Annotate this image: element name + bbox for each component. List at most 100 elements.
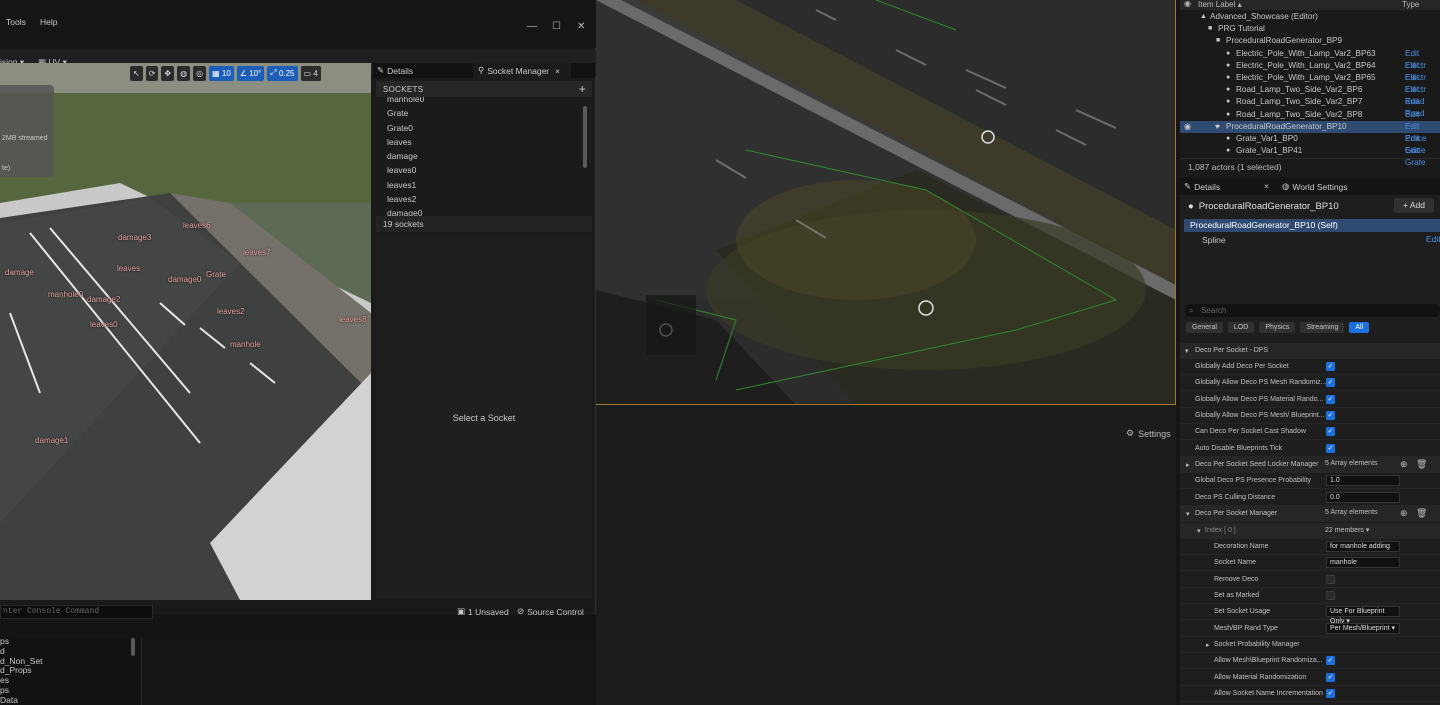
outliner-row[interactable]: ● Electric_Pole_With_Lamp_Var2_BP65 Edit E… [1180, 72, 1440, 94]
trash-icon[interactable]: 🗑 [1416, 459, 1427, 470]
column-type[interactable]: Type [1402, 0, 1419, 9]
close-icon[interactable]: ✕ [577, 21, 585, 32]
property-input[interactable]: for manhole adding [1326, 540, 1400, 552]
filter-physics[interactable]: Physics [1259, 322, 1296, 333]
source-control-button[interactable]: ⊘ Source Control [517, 606, 584, 617]
property-checkbox[interactable]: ✓ [1326, 656, 1335, 666]
menu-tools[interactable]: Tools [6, 17, 26, 27]
property-checkbox[interactable]: ✓ [1326, 378, 1335, 388]
level-viewport[interactable] [596, 0, 1176, 405]
property-checkbox[interactable]: ✓ [1326, 394, 1335, 404]
socket-list-item[interactable]: leaves1 [376, 178, 581, 192]
socket-list-scrollbar[interactable] [583, 106, 587, 168]
socket-list-item[interactable]: leaves2 [376, 192, 581, 206]
socket-tag: leaves6 [183, 221, 211, 230]
output-log-scrollbar[interactable] [131, 638, 135, 656]
socket-list-item[interactable]: damage0 [376, 206, 581, 216]
socket-tag: damage1 [35, 436, 69, 445]
expand-arrow-icon[interactable]: ▾ [1186, 510, 1190, 518]
add-socket-icon[interactable]: + [579, 82, 586, 96]
property-select[interactable]: Per Mesh/Blueprint ▾ [1326, 622, 1400, 634]
unsaved-button[interactable]: ▣ 1 Unsaved [457, 606, 509, 617]
outliner-row[interactable]: ●Road_Lamp_Two_Side_Var2_BP8Edit Road [1180, 109, 1440, 131]
pencil-icon: ✎ [377, 65, 385, 75]
camera-speed-button[interactable]: ▭ 4 [300, 65, 321, 81]
property-checkbox[interactable]: ✓ [1326, 427, 1335, 437]
settings-button[interactable]: ⚙ Settings [1126, 428, 1171, 439]
scale-snap-toggle[interactable]: ⤢ 0.25 [267, 65, 298, 81]
outliner-row[interactable]: ● Road_Lamp_Two_Side_Var2_BP6 Edit Road [1180, 84, 1440, 106]
component-spline[interactable]: Spline [1184, 234, 1440, 246]
eye-icon[interactable]: ◉ [1184, 121, 1191, 133]
property-input[interactable]: 1.0 [1326, 475, 1400, 487]
rotate-icon[interactable]: ⟳ [145, 65, 159, 81]
property-checkbox[interactable]: ✓ [1326, 672, 1335, 682]
outliner-row[interactable]: ◉ ▾ ● ProceduralRoadGenerator_BP10 Edit Proc… [1180, 120, 1440, 143]
socket-list-item[interactable]: Grate0 [376, 121, 581, 135]
outliner-row[interactable]: ● Road_Lamp_Two_Side_Var2_BP7 Edit Road [1180, 96, 1440, 118]
select-icon[interactable]: ↖ [130, 65, 143, 81]
property-checkbox[interactable]: ✓ [1326, 443, 1335, 453]
world-icon[interactable]: ◎ [193, 65, 207, 81]
outliner-row[interactable]: ● Grate_Var1_BP41 Edit Grate [1180, 145, 1440, 167]
outliner-row[interactable]: ● Grate_Var1_BP0 Edit Grate [1180, 133, 1440, 155]
component-spline-edit[interactable]: Edit [1426, 234, 1440, 244]
tab-details-close-icon[interactable]: × [1264, 181, 1269, 191]
socket-list-item[interactable]: Grate [376, 106, 581, 120]
angle-snap-toggle[interactable]: ∠ 10° [236, 65, 265, 81]
filter-lod[interactable]: LOD [1227, 322, 1255, 333]
output-log-list: ps d d_Non_Set d_Props es ps Data [0, 636, 142, 705]
socket-list-item[interactable]: damage [376, 149, 581, 163]
add-element-icon[interactable]: ⊕ [1400, 459, 1408, 470]
details-search-input[interactable]: ⌕ Search [1185, 304, 1440, 317]
actor-icon: ● [1226, 98, 1231, 106]
save-icon: ▣ [457, 606, 466, 616]
tab-details[interactable]: ✎ Details [377, 63, 413, 78]
surface-icon[interactable]: ◍ [177, 65, 191, 81]
socket-list-item[interactable]: leaves0 [376, 163, 581, 177]
menu-help[interactable]: Help [40, 17, 57, 27]
mesh-viewport[interactable]: damage3 leaves6 leaves7 leaves Grate damage da… [0, 63, 371, 600]
trash-icon[interactable]: 🗑 [1416, 508, 1427, 519]
move-icon[interactable]: ✥ [161, 65, 175, 81]
component-self[interactable]: ProceduralRoadGenerator_BP10 (Self) [1184, 219, 1440, 232]
tab-close-icon[interactable]: × [555, 63, 560, 78]
tab-world-settings[interactable]: ◍ World Settings [1282, 181, 1348, 192]
property-checkbox[interactable]: ✓ [1326, 411, 1335, 421]
search-icon: ⌕ [1189, 306, 1194, 315]
expand-arrow-icon[interactable]: ▸ [1206, 641, 1210, 649]
property-checkbox[interactable]: ✓ [1326, 689, 1335, 698]
socket-list-item[interactable]: manhole0 [376, 97, 581, 106]
outliner-row[interactable]: ▲ Advanced_Showcase (Editor) [1180, 11, 1440, 23]
grid-snap-toggle[interactable]: ▦ 10 [209, 65, 234, 81]
outliner-row[interactable]: ■ ProceduralRoadGenerator_BP9 [1180, 35, 1440, 47]
outliner-row[interactable]: ■ PRG Tutorial [1180, 23, 1440, 35]
output-log-line: d_Props [0, 665, 32, 676]
property-checkbox[interactable]: ✓ [1326, 362, 1335, 371]
actor-icon: ● [1226, 147, 1231, 155]
minimize-icon[interactable]: — [527, 21, 537, 32]
expand-arrow-icon[interactable]: ▸ [1186, 461, 1190, 469]
property-select[interactable]: Use For Blueprint Only ▾ [1326, 606, 1400, 625]
socket-tag: leaves2 [217, 307, 245, 316]
tab-details-main[interactable]: ✎ Details [1184, 181, 1220, 192]
property-row: Socket Name [1180, 555, 1440, 572]
console-input[interactable]: nter Console Command [0, 605, 153, 619]
column-item-label[interactable]: Item Label ▴ [1198, 0, 1242, 9]
maximize-icon[interactable]: ☐ [552, 21, 561, 32]
filter-streaming[interactable]: Streaming [1300, 322, 1345, 333]
outliner-row[interactable]: ● Electric_Pole_With_Lamp_Var2_BP64 Edit E… [1180, 60, 1440, 82]
eye-icon[interactable]: ◉ [1184, 0, 1191, 8]
filter-all[interactable]: All [1349, 322, 1370, 333]
outliner-row[interactable]: ● Electric_Pole_With_Lamp_Var2_BP63 Edit E… [1180, 48, 1440, 70]
property-input[interactable]: manhole [1326, 557, 1400, 569]
property-checkbox[interactable] [1326, 590, 1335, 600]
category-deco-per-socket[interactable]: ▾ Deco Per Socket - DPS [1180, 343, 1440, 359]
add-element-icon[interactable]: ⊕ [1400, 508, 1408, 519]
property-checkbox[interactable] [1326, 574, 1335, 584]
property-input[interactable]: 0.0 [1326, 491, 1400, 503]
filter-general[interactable]: General [1186, 322, 1223, 333]
add-component-button[interactable]: + Add [1394, 198, 1434, 213]
expand-arrow-icon[interactable]: ▾ [1197, 527, 1201, 535]
socket-list-item[interactable]: leaves [376, 135, 581, 149]
